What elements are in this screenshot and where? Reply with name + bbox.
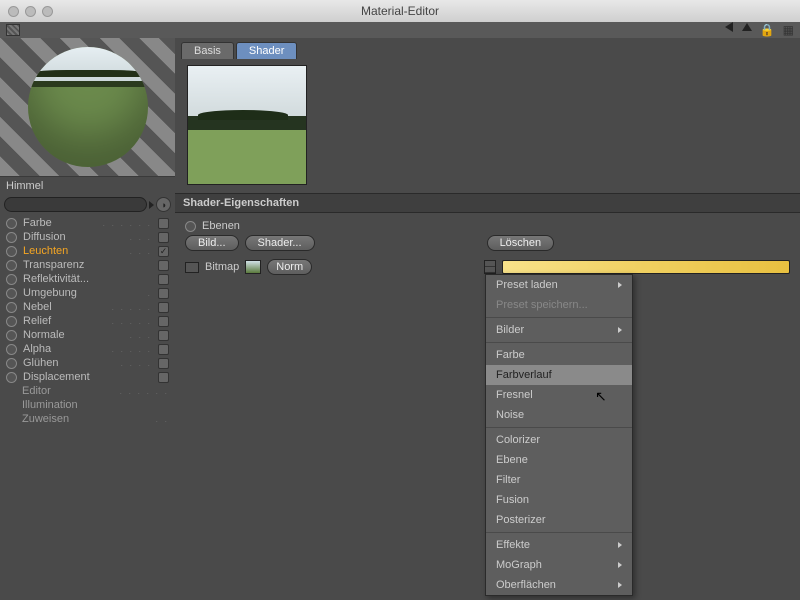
content-panel: Basis Shader Shader-Eigenschaften Ebenen… xyxy=(175,38,800,600)
material-preview[interactable] xyxy=(0,38,175,176)
search-input[interactable] xyxy=(4,197,147,212)
layer-type-label: Bitmap xyxy=(205,261,239,273)
menu-mograph[interactable]: MoGraph xyxy=(486,555,632,575)
texture-toggle-icon[interactable] xyxy=(6,24,20,36)
chevron-right-icon xyxy=(618,562,622,568)
menu-fusion[interactable]: Fusion xyxy=(486,490,632,510)
toolbar: 🔒 ▦ xyxy=(0,22,800,38)
channel-normale[interactable]: Normale. . . xyxy=(0,328,175,342)
channel-leuchten[interactable]: Leuchten. . .✓ xyxy=(0,244,175,258)
menu-filter[interactable]: Filter xyxy=(486,470,632,490)
channel-list: Farbe. . . . . . Diffusion. . . Leuchten… xyxy=(0,214,175,428)
subitem-editor[interactable]: Editor. . . . . . xyxy=(0,384,175,398)
chevron-right-icon xyxy=(618,542,622,548)
chevron-right-icon xyxy=(618,327,622,333)
menu-bilder[interactable]: Bilder xyxy=(486,320,632,340)
nav-back-icon[interactable] xyxy=(725,22,733,32)
menu-ebene[interactable]: Ebene xyxy=(486,450,632,470)
window-title: Material-Editor xyxy=(0,4,800,18)
bild-button[interactable]: Bild... xyxy=(185,235,239,251)
tabs: Basis Shader xyxy=(175,38,800,59)
loeschen-button[interactable]: Löschen xyxy=(487,235,555,251)
channel-relief[interactable]: Relief. . . . . xyxy=(0,314,175,328)
chevron-right-icon xyxy=(618,282,622,288)
menu-farbe[interactable]: Farbe xyxy=(486,345,632,365)
bitmap-swatch[interactable] xyxy=(245,260,261,274)
opacity-slider[interactable] xyxy=(502,260,790,274)
channel-transparenz[interactable]: Transparenz xyxy=(0,258,175,272)
section-header: Shader-Eigenschaften xyxy=(175,193,800,213)
tab-basis[interactable]: Basis xyxy=(181,42,234,59)
menu-fresnel[interactable]: Fresnel xyxy=(486,385,632,405)
menu-effekte[interactable]: Effekte xyxy=(486,535,632,555)
close-window-button[interactable] xyxy=(8,6,19,17)
tab-shader[interactable]: Shader xyxy=(236,42,297,59)
menu-oberflaechen[interactable]: Oberflächen xyxy=(486,575,632,595)
minimize-window-button[interactable] xyxy=(25,6,36,17)
shader-button[interactable]: Shader... xyxy=(245,235,315,251)
channel-displacement[interactable]: Displacement xyxy=(0,370,175,384)
titlebar: Material-Editor xyxy=(0,0,800,22)
lock-icon[interactable]: 🔒 xyxy=(760,23,775,37)
channel-reflektivitaet[interactable]: Reflektivität... xyxy=(0,272,175,286)
window-controls xyxy=(8,6,53,17)
menu-posterizer[interactable]: Posterizer xyxy=(486,510,632,530)
subitem-illumination[interactable]: Illumination xyxy=(0,398,175,412)
blend-mode-dropdown[interactable]: Norm xyxy=(267,259,312,275)
channel-alpha[interactable]: Alpha. . . . . xyxy=(0,342,175,356)
target-icon[interactable]: ◑ xyxy=(156,197,171,212)
channel-nebel[interactable]: Nebel. . . . . xyxy=(0,300,175,314)
nav-up-icon[interactable] xyxy=(742,23,752,31)
zoom-window-button[interactable] xyxy=(42,6,53,17)
menu-preset-save: Preset speichern... xyxy=(486,295,632,315)
shader-thumbnail[interactable] xyxy=(187,65,307,185)
layer-toggle-icon[interactable] xyxy=(185,262,199,273)
channel-gluehen[interactable]: Glühen. . . . xyxy=(0,356,175,370)
expand-icon[interactable] xyxy=(149,201,154,209)
ebenen-label: Ebenen xyxy=(202,220,240,232)
menu-preset-load[interactable]: Preset laden xyxy=(486,275,632,295)
subitem-zuweisen[interactable]: Zuweisen. . xyxy=(0,412,175,426)
menu-noise[interactable]: Noise xyxy=(486,405,632,425)
menu-colorizer[interactable]: Colorizer xyxy=(486,430,632,450)
chevron-right-icon xyxy=(618,582,622,588)
menu-farbverlauf[interactable]: Farbverlauf xyxy=(486,365,632,385)
material-name[interactable]: Himmel xyxy=(0,176,175,195)
shader-context-menu: Preset laden Preset speichern... Bilder … xyxy=(485,274,633,596)
channel-diffusion[interactable]: Diffusion. . . xyxy=(0,230,175,244)
sidebar: Himmel ◑ Farbe. . . . . . Diffusion. . .… xyxy=(0,38,175,600)
channel-farbe[interactable]: Farbe. . . . . . xyxy=(0,216,175,230)
ebenen-radio[interactable] xyxy=(185,221,196,232)
add-icon[interactable]: ▦ xyxy=(783,23,794,37)
opacity-spinner[interactable] xyxy=(484,260,496,274)
channel-umgebung[interactable]: Umgebung. xyxy=(0,286,175,300)
